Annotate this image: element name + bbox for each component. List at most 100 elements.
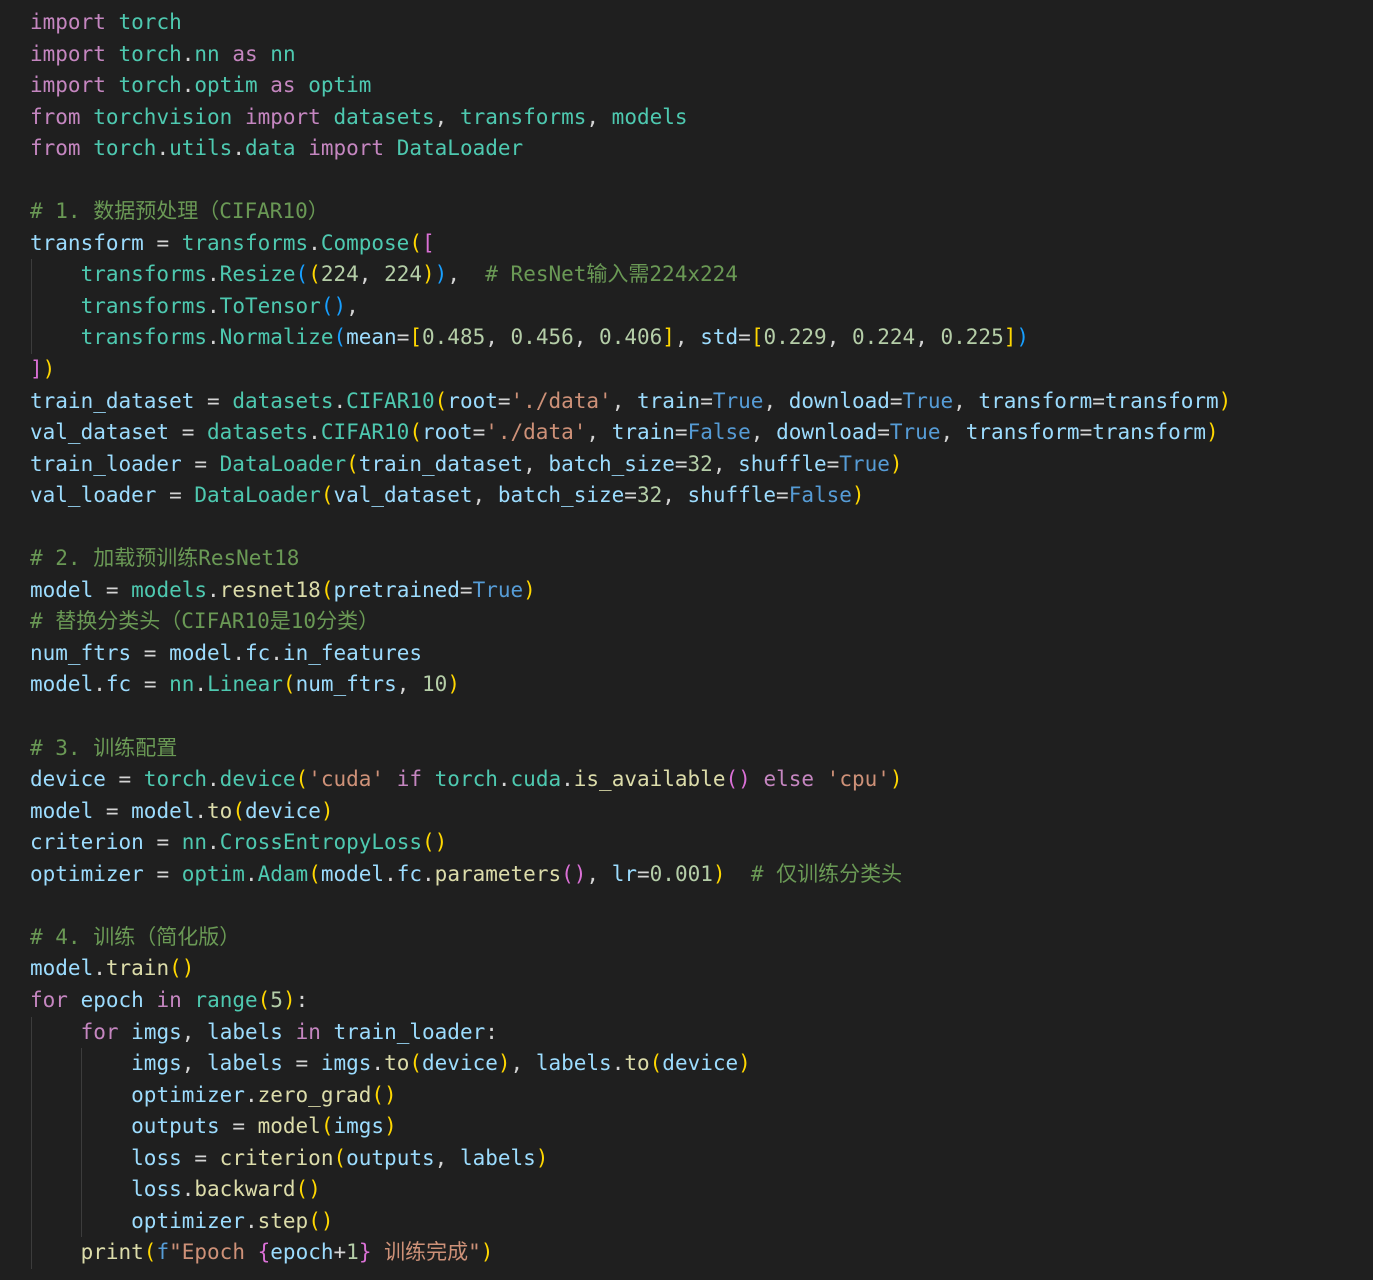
code-line[interactable]: model.train() bbox=[0, 953, 1373, 985]
code-token: , bbox=[674, 325, 701, 350]
code-token: () bbox=[295, 1177, 321, 1202]
code-token: transforms bbox=[80, 262, 208, 287]
code-line[interactable]: train_dataset = datasets.CIFAR10(root='.… bbox=[0, 386, 1373, 418]
code-line-text: ]) bbox=[30, 354, 55, 386]
code-line[interactable]: from torch.utils.data import DataLoader bbox=[0, 133, 1373, 165]
code-line-text: optimizer.step() bbox=[30, 1206, 333, 1238]
code-token: = bbox=[624, 483, 637, 508]
code-editor[interactable]: import torch import torch.nn as nn import … bbox=[0, 0, 1373, 1280]
code-token: torch bbox=[93, 136, 157, 161]
code-token: root bbox=[422, 420, 473, 445]
code-token: . bbox=[308, 230, 321, 255]
code-token: , bbox=[510, 1051, 536, 1076]
code-token: model bbox=[30, 798, 94, 823]
code-line[interactable]: transforms.ToTensor(), bbox=[0, 290, 1373, 323]
code-token: ( bbox=[282, 672, 296, 697]
code-line[interactable]: import torch bbox=[0, 7, 1373, 39]
code-token: , bbox=[763, 388, 789, 413]
code-line[interactable]: val_dataset = datasets.CIFAR10(root='./d… bbox=[0, 417, 1373, 449]
code-line[interactable]: imgs, labels = imgs.to(device), labels.t… bbox=[0, 1048, 1373, 1080]
code-token: model bbox=[30, 577, 94, 602]
code-line[interactable]: transform = transforms.Compose([ bbox=[0, 228, 1373, 260]
code-line[interactable]: num_ftrs = model.fc.in_features bbox=[0, 638, 1373, 670]
code-token: import bbox=[308, 136, 385, 161]
code-line[interactable]: model.fc = nn.Linear(num_ftrs, 10) bbox=[0, 669, 1373, 701]
code-line[interactable]: device = torch.device('cuda' if torch.cu… bbox=[0, 764, 1373, 796]
code-line[interactable]: ]) bbox=[0, 354, 1373, 386]
code-token: for bbox=[80, 1019, 119, 1044]
code-token: zero_grad bbox=[257, 1082, 372, 1107]
code-token: optim bbox=[194, 73, 258, 98]
code-token: val_loader bbox=[30, 483, 157, 508]
code-token: . bbox=[207, 262, 220, 287]
code-line[interactable]: outputs = model(imgs) bbox=[0, 1111, 1373, 1143]
code-token: , bbox=[523, 451, 549, 476]
code-line[interactable]: import torch.nn as nn bbox=[0, 39, 1373, 71]
code-token: step bbox=[257, 1208, 309, 1233]
code-token: optim bbox=[308, 73, 372, 98]
code-token: optimizer bbox=[131, 1208, 245, 1233]
code-line[interactable]: model = models.resnet18(pretrained=True) bbox=[0, 575, 1373, 607]
code-line[interactable]: # 2. 加载预训练ResNet18 bbox=[0, 543, 1373, 575]
code-line[interactable] bbox=[0, 701, 1373, 733]
code-token: = bbox=[826, 451, 840, 476]
code-line[interactable]: # 3. 训练配置 bbox=[0, 733, 1373, 765]
code-token: optimizer bbox=[131, 1082, 245, 1107]
code-token: , bbox=[712, 451, 739, 476]
code-line[interactable]: optimizer.zero_grad() bbox=[0, 1079, 1373, 1112]
code-token: nn bbox=[169, 672, 195, 697]
code-token: 0.485 bbox=[422, 325, 486, 350]
code-token: imgs bbox=[131, 1051, 182, 1076]
code-line[interactable]: # 替换分类头（CIFAR10是10分类） bbox=[0, 606, 1373, 638]
code-token: , bbox=[750, 420, 777, 445]
code-line[interactable]: from torchvision import datasets, transf… bbox=[0, 102, 1373, 134]
code-line[interactable]: # 1. 数据预处理（CIFAR10） bbox=[0, 196, 1373, 228]
code-token: backward bbox=[194, 1177, 296, 1202]
code-line[interactable]: optimizer = optim.Adam(model.fc.paramete… bbox=[0, 859, 1373, 891]
code-token: 训练完成" bbox=[371, 1240, 481, 1265]
code-token: transforms bbox=[80, 325, 208, 350]
code-token: train_loader bbox=[30, 451, 182, 476]
code-token: torch bbox=[118, 10, 182, 34]
code-line[interactable]: train_loader = DataLoader(train_dataset,… bbox=[0, 449, 1373, 481]
code-token: 32 bbox=[636, 483, 663, 508]
code-area[interactable]: import torch import torch.nn as nn import … bbox=[0, 7, 1373, 1269]
code-line[interactable] bbox=[0, 512, 1373, 544]
code-token: in bbox=[156, 987, 182, 1012]
code-token: = bbox=[219, 1114, 258, 1139]
code-token: , bbox=[434, 104, 460, 129]
code-line-text: loss.backward() bbox=[30, 1174, 321, 1206]
code-token: 0.456 bbox=[510, 325, 574, 350]
code-token: ) bbox=[384, 1114, 397, 1139]
code-line[interactable]: loss.backward() bbox=[0, 1174, 1373, 1206]
code-line[interactable]: model = model.to(device) bbox=[0, 796, 1373, 828]
code-token: else bbox=[763, 767, 815, 792]
code-line[interactable] bbox=[0, 890, 1373, 922]
code-token: transform bbox=[965, 420, 1080, 445]
code-token: . bbox=[244, 861, 258, 886]
code-line[interactable]: loss = criterion(outputs, labels) bbox=[0, 1142, 1373, 1175]
code-token: ( bbox=[308, 861, 321, 886]
code-line[interactable]: for imgs, labels in train_loader: bbox=[0, 1016, 1373, 1049]
code-line[interactable]: # 4. 训练（简化版） bbox=[0, 922, 1373, 954]
code-line[interactable]: import torch.optim as optim bbox=[0, 70, 1373, 102]
code-line[interactable]: criterion = nn.CrossEntropyLoss() bbox=[0, 827, 1373, 859]
code-line[interactable]: transforms.Normalize(mean=[0.485, 0.456,… bbox=[0, 322, 1373, 355]
code-line-text: import torch.nn as nn bbox=[30, 39, 296, 71]
code-line[interactable] bbox=[0, 165, 1373, 197]
code-token: imgs bbox=[131, 1019, 182, 1044]
code-line[interactable]: print(f"Epoch {epoch+1} 训练完成") bbox=[0, 1237, 1373, 1269]
code-line[interactable]: optimizer.step() bbox=[0, 1205, 1373, 1238]
code-line-text: import torch bbox=[30, 7, 182, 39]
code-token: , bbox=[346, 293, 359, 318]
code-line[interactable]: val_loader = DataLoader(val_dataset, bat… bbox=[0, 480, 1373, 512]
code-token: val_dataset bbox=[30, 420, 170, 445]
code-token: val_dataset bbox=[333, 483, 473, 508]
code-line[interactable]: transforms.Resize((224, 224)), # ResNet输… bbox=[0, 259, 1373, 291]
code-line[interactable]: for epoch in range(5): bbox=[0, 985, 1373, 1017]
